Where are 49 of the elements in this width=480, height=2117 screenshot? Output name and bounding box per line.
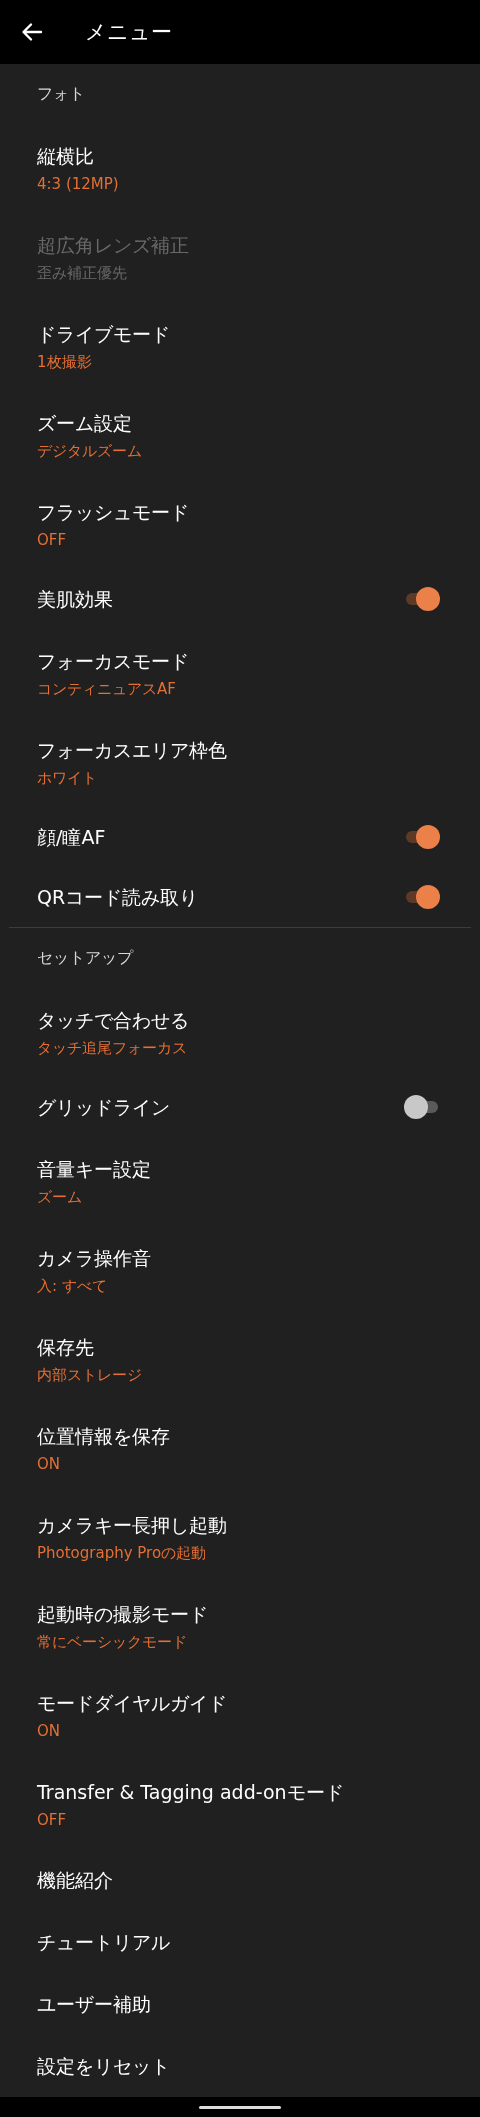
setting-title[interactable]: カメラキー長押し起動 — [37, 1511, 443, 1538]
setting-value: ON — [37, 1720, 62, 1742]
toggle-switch[interactable] — [404, 825, 440, 849]
setting-title[interactable]: フォーカスエリア枠色 — [37, 736, 443, 763]
setting-value: タッチ追尾フォーカス — [37, 1037, 188, 1059]
setting-value: OFF — [37, 529, 68, 551]
screen-title: メニュー — [85, 19, 172, 46]
setting-title[interactable]: 顔/瞳AF — [37, 824, 404, 850]
setting-value: コンティニュアスAF — [37, 678, 177, 700]
setting-value: OFF — [37, 1809, 68, 1831]
setting-value: 1枚撮影 — [37, 351, 93, 373]
back-icon[interactable] — [21, 21, 43, 43]
section-header: セットアップ — [37, 947, 133, 969]
setting-title[interactable]: グリッドライン — [37, 1094, 404, 1120]
setting-title[interactable]: チュートリアル — [37, 1929, 443, 1955]
setting-value: 歪み補正優先 — [37, 262, 128, 284]
setting-title[interactable]: Transfer & Tagging add-onモード — [37, 1778, 443, 1805]
setting-title[interactable]: 機能紹介 — [37, 1867, 443, 1893]
toggle-switch[interactable] — [404, 587, 440, 611]
toggle-switch[interactable] — [404, 1095, 440, 1119]
setting-value: ズーム — [37, 1186, 83, 1208]
setting-title[interactable]: 美肌効果 — [37, 586, 404, 612]
setting-value: 入: すべて — [37, 1275, 108, 1297]
setting-title[interactable]: モードダイヤルガイド — [37, 1689, 443, 1716]
setting-value: ホワイト — [37, 767, 98, 789]
toggle-switch[interactable] — [404, 885, 440, 909]
setting-title[interactable]: ユーザー補助 — [37, 1991, 443, 2017]
setting-title[interactable]: 起動時の撮影モード — [37, 1600, 443, 1627]
setting-value: 内部ストレージ — [37, 1364, 143, 1386]
setting-title[interactable]: QRコード読み取り — [37, 884, 404, 910]
setting-value: デジタルズーム — [37, 440, 143, 462]
setting-title[interactable]: 保存先 — [37, 1333, 443, 1360]
setting-title[interactable]: ズーム設定 — [37, 409, 443, 436]
setting-title[interactable]: 位置情報を保存 — [37, 1422, 443, 1449]
section-header: フォト — [37, 83, 85, 105]
setting-title[interactable]: 音量キー設定 — [37, 1155, 443, 1182]
setting-title[interactable]: タッチで合わせる — [37, 1006, 443, 1033]
home-indicator[interactable] — [199, 2105, 281, 2109]
setting-title: 超広角レンズ補正 — [37, 232, 190, 258]
setting-title[interactable]: フォーカスモード — [37, 647, 443, 674]
setting-value: 4:3 (12MP) — [37, 173, 120, 195]
setting-title[interactable]: 設定をリセット — [37, 2053, 443, 2079]
setting-title[interactable]: ドライブモード — [37, 320, 443, 347]
setting-value: Photography Proの起動 — [37, 1542, 208, 1564]
setting-title[interactable]: カメラ操作音 — [37, 1244, 443, 1271]
setting-title[interactable]: 縦横比 — [37, 142, 443, 169]
setting-value: 常にベーシックモード — [37, 1631, 188, 1653]
setting-value: ON — [37, 1453, 62, 1475]
setting-title[interactable]: フラッシュモード — [37, 498, 443, 525]
